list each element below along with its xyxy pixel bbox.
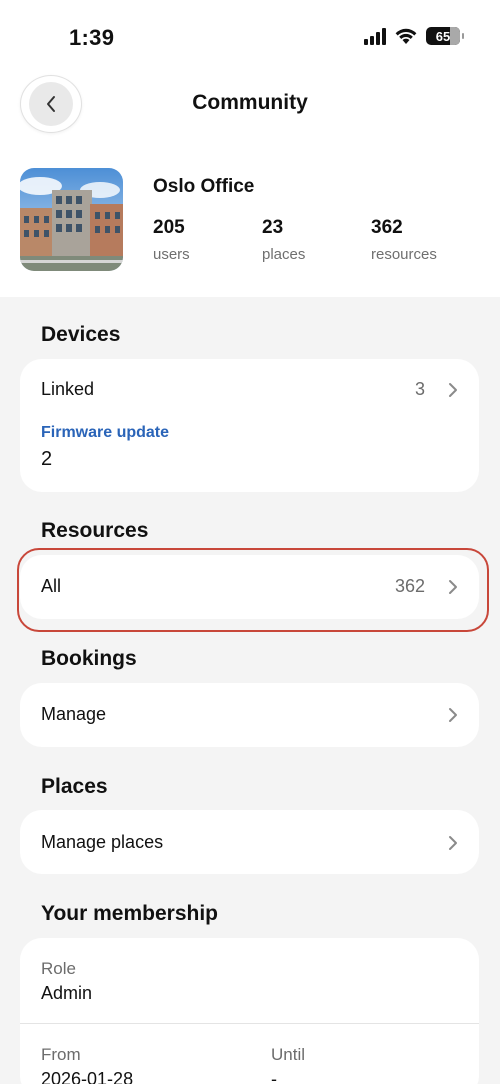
cellular-signal-icon xyxy=(364,27,386,45)
role-label: Role xyxy=(41,959,76,978)
wifi-icon xyxy=(395,28,417,44)
devices-linked-row[interactable]: Linked 3 xyxy=(41,379,459,400)
chevron-right-icon xyxy=(449,382,457,397)
divider xyxy=(20,1023,479,1024)
community-name: Oslo Office xyxy=(153,176,255,197)
membership-section-title: Your membership xyxy=(41,902,218,925)
manage-places-row[interactable]: Manage places xyxy=(41,832,459,853)
stat-users: 205 users xyxy=(153,217,190,263)
linked-count: 3 xyxy=(414,379,425,399)
firmware-update-link[interactable]: Firmware update xyxy=(41,424,169,442)
until-field: Until - xyxy=(271,1045,305,1084)
role-value: Admin xyxy=(41,983,93,1003)
stat-value: 23 xyxy=(262,217,284,238)
bookings-section-title: Bookings xyxy=(41,647,137,670)
from-value: 2026-01-28 xyxy=(41,1069,134,1084)
bookings-card: Manage xyxy=(20,683,479,747)
chevron-right-icon xyxy=(449,835,457,850)
from-label: From xyxy=(41,1045,81,1064)
community-image xyxy=(20,168,123,271)
battery-level: 65 xyxy=(435,28,451,44)
role-field: Role Admin xyxy=(41,959,92,1004)
status-icons: 65 xyxy=(364,27,464,45)
from-field: From 2026-01-28 xyxy=(41,1045,133,1084)
places-card: Manage places xyxy=(20,810,479,874)
page-title: Community xyxy=(192,91,308,114)
devices-section-title: Devices xyxy=(41,323,121,346)
places-section-title: Places xyxy=(41,775,108,798)
chevron-right-icon xyxy=(449,707,457,722)
devices-card: Linked 3 Firmware update 2 xyxy=(20,359,479,492)
stat-label: resources xyxy=(371,246,437,263)
highlight-box xyxy=(17,548,489,632)
linked-label: Linked xyxy=(41,379,95,399)
stat-label: places xyxy=(262,246,306,263)
status-time: 1:39 xyxy=(69,25,115,50)
stat-resources: 362 resources xyxy=(371,217,437,263)
until-label: Until xyxy=(271,1045,306,1064)
battery-icon: 65 xyxy=(426,27,464,45)
bookings-manage-label: Manage xyxy=(41,704,107,724)
resources-section-title: Resources xyxy=(41,519,149,542)
manage-places-label: Manage places xyxy=(41,832,164,852)
membership-card: Role Admin From 2026-01-28 Until - xyxy=(20,938,479,1084)
stat-value: 205 xyxy=(153,217,185,238)
stat-value: 362 xyxy=(371,217,403,238)
stat-places: 23 places xyxy=(262,217,305,263)
until-value: - xyxy=(271,1069,277,1084)
firmware-update-count: 2 xyxy=(41,448,53,470)
bookings-manage-row[interactable]: Manage xyxy=(41,704,459,725)
stat-label: users xyxy=(153,246,190,263)
